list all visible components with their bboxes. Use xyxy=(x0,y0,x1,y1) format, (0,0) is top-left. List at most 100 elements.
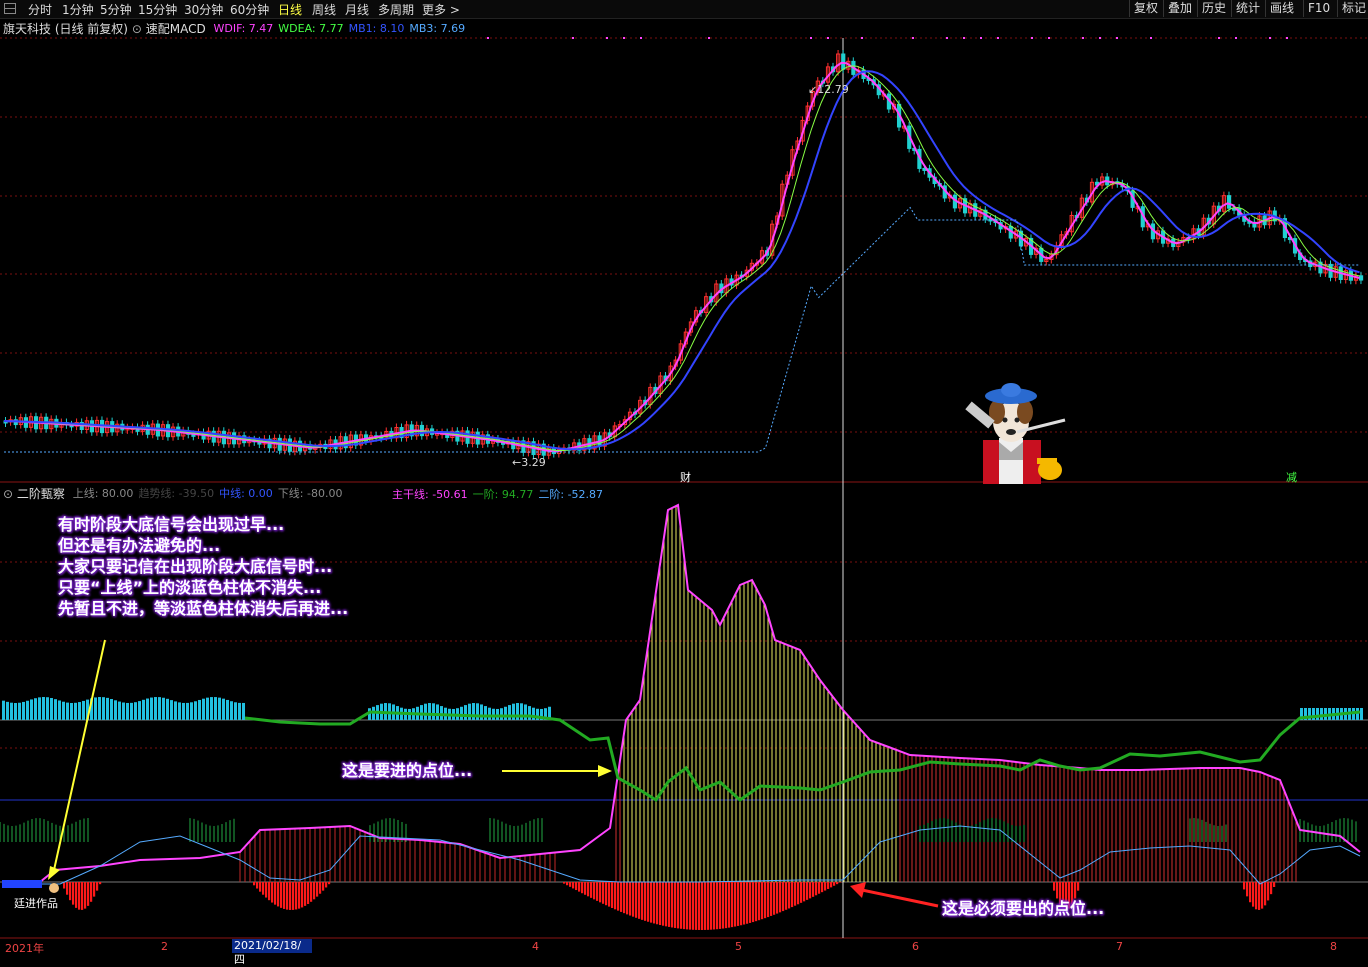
second-order-bar xyxy=(737,882,739,926)
cyan-bar xyxy=(528,706,531,720)
second-order-bar xyxy=(280,882,282,908)
second-order-bar xyxy=(605,882,607,905)
indicator-name[interactable]: 速配MACD xyxy=(146,22,206,36)
second-order-bar xyxy=(1273,882,1275,887)
second-order-bar xyxy=(620,882,622,912)
second-order-bar xyxy=(821,882,823,892)
signal-dot xyxy=(946,37,948,39)
cyan-bar xyxy=(238,703,241,720)
second-order-bar xyxy=(668,882,670,927)
second-order-bar xyxy=(740,882,742,925)
cyan-bar xyxy=(202,699,205,720)
second-order-bar xyxy=(761,882,763,919)
cyan-bar xyxy=(22,702,25,720)
second-order-bar xyxy=(1270,882,1272,894)
signal-dot xyxy=(572,37,574,39)
cyan-bar xyxy=(94,697,97,720)
sub-title[interactable]: 二阶甄察 xyxy=(17,487,65,501)
cyan-bar xyxy=(134,702,137,720)
cyan-bar xyxy=(234,702,237,720)
second-order-bar xyxy=(277,882,279,906)
sub-legend-left-item-2: 中线: 0.00 xyxy=(219,487,273,500)
cyan-bar xyxy=(170,700,173,720)
sub-legend-left-item-1: 趋势线: -39.50 xyxy=(138,487,214,500)
second-order-bar xyxy=(319,882,321,894)
second-order-bar xyxy=(316,882,318,897)
second-order-bar xyxy=(743,882,745,925)
cyan-bar xyxy=(66,703,69,720)
second-order-bar xyxy=(310,882,312,902)
cursor-date: 2021/02/18/四 xyxy=(232,939,312,953)
main-legend-item-2: MB1: 8.10 xyxy=(349,22,405,35)
hand-cursor-icon xyxy=(49,883,59,893)
signal-dot xyxy=(1150,37,1152,39)
second-order-bar xyxy=(322,882,324,891)
second-order-bar xyxy=(671,882,673,927)
cyan-bar xyxy=(472,703,475,720)
second-order-bar xyxy=(758,882,760,920)
second-order-bar xyxy=(785,882,787,910)
second-order-bar xyxy=(713,882,715,929)
cyan-bar xyxy=(198,700,201,720)
sub-legend: ⊙ 二阶甄察 上线: 80.00 趋势线: -39.50 中线: 0.00 下线: -… xyxy=(3,485,343,502)
second-order-bar xyxy=(602,882,604,904)
cyan-bar xyxy=(532,708,535,720)
second-order-bar xyxy=(752,882,754,922)
second-order-bar xyxy=(794,882,796,906)
signal-dot xyxy=(1286,37,1288,39)
first-order-line xyxy=(245,712,1360,800)
signal-dot xyxy=(810,37,812,39)
second-order-bar xyxy=(590,882,592,898)
signal-dot xyxy=(623,37,625,39)
signal-dot xyxy=(861,37,863,39)
cyan-bar xyxy=(166,699,169,720)
main-legend-item-1: WDEA: 7.77 xyxy=(278,22,343,35)
second-order-bar xyxy=(1074,882,1076,898)
second-order-bar xyxy=(617,882,619,911)
main-legend: 旗天科技 (日线 前复权) ⊙ 速配MACD WDIF: 7.47 WDEA: 7… xyxy=(3,20,466,37)
second-order-bar xyxy=(674,882,676,928)
cyan-bar xyxy=(210,697,213,720)
second-order-bar xyxy=(812,882,814,897)
cyan-bar xyxy=(460,707,463,720)
second-order-bar xyxy=(90,882,92,902)
second-order-bar xyxy=(650,882,652,923)
x-label-4: 4 xyxy=(532,940,539,953)
signal-dot xyxy=(1048,37,1050,39)
second-order-bar xyxy=(632,882,634,917)
x-label-5: 5 xyxy=(735,940,742,953)
second-order-bar xyxy=(746,882,748,924)
second-order-bar xyxy=(692,882,694,930)
second-order-bar xyxy=(596,882,598,901)
second-order-bar xyxy=(800,882,802,903)
cyan-bar xyxy=(46,697,49,720)
second-order-bar xyxy=(301,882,303,907)
second-order-bar xyxy=(304,882,306,906)
cyan-bar xyxy=(154,697,157,720)
cyan-bar xyxy=(62,702,65,720)
second-order-bar xyxy=(99,882,101,884)
x-label-6: 6 xyxy=(912,940,919,953)
candlestick-series xyxy=(4,50,1363,459)
second-order-bar xyxy=(298,882,300,909)
explanation-text: 有时阶段大底信号会出现过早... 但还是有办法避免的... 大家只要记信在出现阶… xyxy=(58,514,348,619)
stock-title[interactable]: 旗天科技 (日线 前复权) xyxy=(3,22,128,36)
second-order-bar xyxy=(274,882,276,905)
cyan-bar xyxy=(26,701,29,720)
mb1-line xyxy=(4,71,1360,449)
signal-dot xyxy=(1269,37,1271,39)
second-order-bar xyxy=(1264,882,1266,905)
second-order-bar xyxy=(803,882,805,901)
second-order-bar xyxy=(289,882,291,910)
second-order-bar xyxy=(81,882,83,910)
signal-dot xyxy=(963,37,965,39)
signal-dot xyxy=(1082,37,1084,39)
signal-dot xyxy=(1099,37,1101,39)
cyan-bar xyxy=(468,704,471,720)
cyan-bar xyxy=(78,702,81,720)
second-order-bar xyxy=(271,882,273,903)
second-order-bar xyxy=(731,882,733,927)
second-order-bar xyxy=(1249,882,1251,902)
second-order-bar xyxy=(677,882,679,928)
second-order-bar xyxy=(689,882,691,930)
